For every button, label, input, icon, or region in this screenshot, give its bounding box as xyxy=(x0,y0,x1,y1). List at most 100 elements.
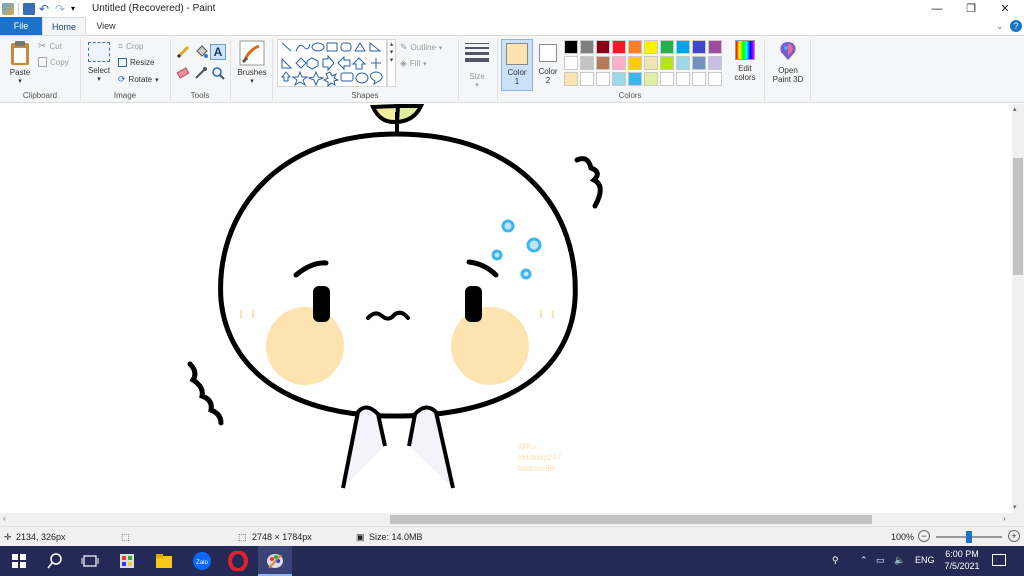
palette-swatch[interactable] xyxy=(692,56,706,70)
clock[interactable]: 6:00 PM 7/5/2021 xyxy=(941,549,983,571)
paint-app-icon[interactable] xyxy=(2,2,14,15)
palette-swatch[interactable] xyxy=(660,72,674,86)
fill-button[interactable]: ◈ Fill ▾ xyxy=(400,58,427,69)
help-icon[interactable]: ? xyxy=(1010,20,1022,32)
file-explorer-icon[interactable] xyxy=(154,551,174,571)
task-view-icon[interactable] xyxy=(80,551,100,571)
outline-button[interactable]: ✎ Outline ▾ xyxy=(400,42,442,53)
people-icon[interactable]: ⚲ xyxy=(832,555,839,566)
tab-file[interactable]: File xyxy=(0,17,42,35)
color2-button[interactable]: Color 2 xyxy=(536,39,560,91)
scroll-left-icon[interactable]: ‹ xyxy=(3,514,6,523)
save-icon[interactable] xyxy=(23,2,35,15)
palette-swatch[interactable] xyxy=(564,72,578,86)
battery-icon[interactable]: ▭ xyxy=(876,555,885,566)
ribbon-tabs: File Home View ⌄ ? xyxy=(0,17,1024,35)
tab-view[interactable]: View xyxy=(86,17,126,35)
pencil-tool[interactable] xyxy=(176,45,190,59)
undo-icon[interactable]: ↶ xyxy=(39,3,51,15)
language-indicator[interactable]: ENG xyxy=(915,555,935,565)
shapes-scroll[interactable]: ▴ ▾ ▾ xyxy=(387,39,396,87)
palette-row xyxy=(564,40,734,54)
palette-swatch[interactable] xyxy=(676,56,690,70)
resize-button[interactable]: Resize xyxy=(118,58,154,67)
paste-button[interactable]: Paste ▾ xyxy=(6,40,34,92)
vertical-scroll-thumb[interactable] xyxy=(1013,158,1023,275)
zoom-slider-handle[interactable] xyxy=(966,531,972,543)
palette-swatch[interactable] xyxy=(612,72,626,86)
palette-swatch[interactable] xyxy=(628,72,642,86)
scroll-up-icon[interactable]: ▴ xyxy=(1013,105,1017,113)
fill-tool[interactable] xyxy=(194,45,208,59)
notifications-icon[interactable] xyxy=(992,554,1006,566)
palette-swatch[interactable] xyxy=(596,56,610,70)
open-paint3d-button[interactable]: Open Paint 3D xyxy=(768,40,808,84)
palette-swatch[interactable] xyxy=(708,72,722,86)
palette-swatch[interactable] xyxy=(676,40,690,54)
size-dropdown-icon[interactable]: ▾ xyxy=(462,81,492,89)
paste-dropdown-icon[interactable]: ▾ xyxy=(6,77,34,85)
palette-swatch[interactable] xyxy=(708,56,722,70)
redo-icon[interactable]: ↷ xyxy=(55,3,67,15)
paint-taskbar-button[interactable] xyxy=(258,546,292,576)
select-button[interactable]: Select ▾ xyxy=(86,42,112,83)
windows-start-icon[interactable] xyxy=(9,551,29,571)
minimize-button[interactable]: — xyxy=(920,0,954,17)
brushes-button[interactable]: Brushes ▾ xyxy=(235,40,269,85)
magnifier-tool[interactable] xyxy=(211,66,225,80)
close-button[interactable]: ✕ xyxy=(988,0,1022,17)
palette-swatch[interactable] xyxy=(564,56,578,70)
zalo-app-icon[interactable]: Zalo xyxy=(192,551,212,571)
rotate-button[interactable]: ⟳ Rotate ▾ xyxy=(118,74,159,85)
opera-browser-icon[interactable] xyxy=(228,550,248,572)
palette-swatch[interactable] xyxy=(660,40,674,54)
cut-button[interactable]: ✂ Cut xyxy=(38,41,62,52)
palette-swatch[interactable] xyxy=(596,40,610,54)
outline-dropdown-icon[interactable]: ▾ xyxy=(439,44,443,52)
fill-dropdown-icon[interactable]: ▾ xyxy=(423,60,427,68)
rotate-dropdown-icon[interactable]: ▾ xyxy=(155,76,159,84)
search-icon[interactable] xyxy=(45,551,65,571)
zoom-in-button[interactable]: + xyxy=(1008,530,1020,542)
eraser-tool[interactable] xyxy=(176,66,190,80)
collapse-ribbon-icon[interactable]: ⌄ xyxy=(996,21,1004,32)
select-dropdown-icon[interactable]: ▾ xyxy=(86,75,112,83)
color-picker-tool[interactable] xyxy=(194,66,208,80)
tab-home[interactable]: Home xyxy=(42,17,86,35)
size-button[interactable]: Size ▾ xyxy=(462,40,492,89)
volume-icon[interactable]: 🔈 xyxy=(894,555,905,566)
palette-swatch[interactable] xyxy=(596,72,610,86)
palette-swatch[interactable] xyxy=(644,72,658,86)
drawing-canvas[interactable]: @Ku #Holdap247 Nalione96 xyxy=(0,104,1012,513)
maximize-button[interactable]: ❐ xyxy=(954,0,988,17)
crop-button[interactable]: ⌗ Crop xyxy=(118,41,143,52)
palette-swatch[interactable] xyxy=(676,72,690,86)
show-hidden-icons-icon[interactable]: ⌃ xyxy=(860,555,868,566)
brushes-dropdown-icon[interactable]: ▾ xyxy=(235,77,269,85)
palette-swatch[interactable] xyxy=(660,56,674,70)
store-app-icon[interactable] xyxy=(117,551,137,571)
shapes-gallery[interactable] xyxy=(277,39,387,88)
text-tool[interactable]: A xyxy=(210,44,226,60)
edit-colors-button[interactable]: Edit colors xyxy=(732,40,758,82)
copy-button[interactable]: Copy xyxy=(38,57,69,67)
palette-swatch[interactable] xyxy=(564,40,578,54)
palette-swatch[interactable] xyxy=(692,40,706,54)
palette-swatch[interactable] xyxy=(692,72,706,86)
horizontal-scroll-thumb[interactable] xyxy=(390,515,872,524)
scroll-right-icon[interactable]: › xyxy=(1003,514,1006,523)
zoom-out-button[interactable]: − xyxy=(918,530,930,542)
palette-swatch[interactable] xyxy=(612,40,626,54)
palette-swatch[interactable] xyxy=(580,72,594,86)
customize-toolbar-icon[interactable]: ▾ xyxy=(71,3,79,15)
palette-swatch[interactable] xyxy=(580,40,594,54)
palette-swatch[interactable] xyxy=(612,56,626,70)
scroll-down-icon[interactable]: ▾ xyxy=(1013,503,1017,511)
color1-button[interactable]: Color 1 xyxy=(501,39,533,91)
palette-swatch[interactable] xyxy=(628,40,642,54)
palette-swatch[interactable] xyxy=(628,56,642,70)
palette-swatch[interactable] xyxy=(644,56,658,70)
palette-swatch[interactable] xyxy=(644,40,658,54)
palette-swatch[interactable] xyxy=(708,40,722,54)
palette-swatch[interactable] xyxy=(580,56,594,70)
